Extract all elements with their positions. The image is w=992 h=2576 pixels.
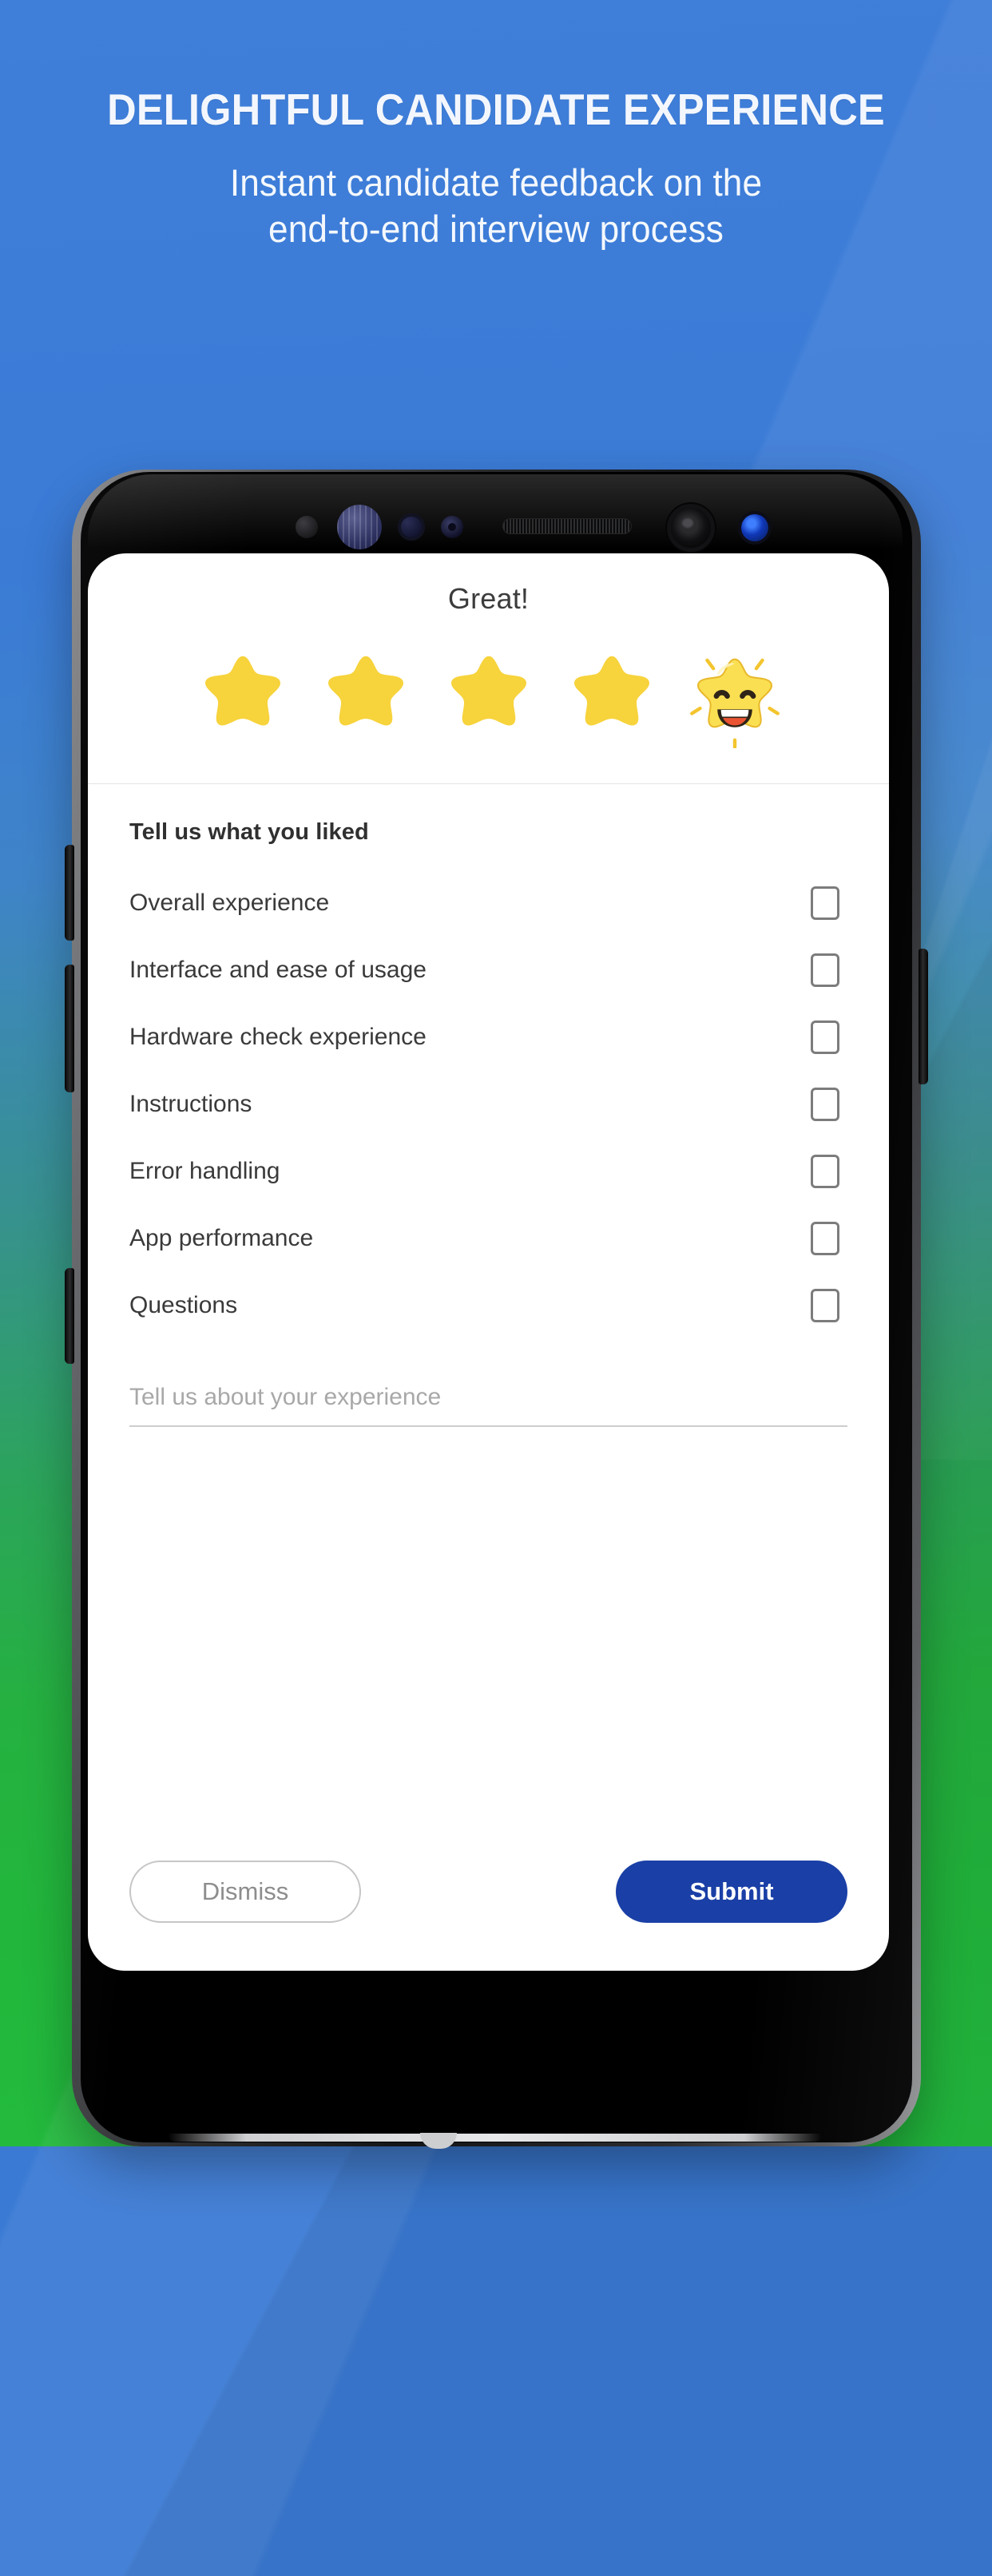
option-row-app-performance[interactable]: App performance (129, 1205, 847, 1272)
page-title: DELIGHTFUL CANDIDATE EXPERIENCE (107, 85, 885, 134)
star-rating-item-2[interactable] (315, 646, 417, 748)
option-row-instructions[interactable]: Instructions (129, 1071, 847, 1138)
option-label: Questions (129, 1292, 238, 1318)
option-label: Overall experience (129, 890, 330, 916)
phone-mockup: Great! Tell us what you liked Overall ex… (65, 470, 928, 2149)
form-heading: Tell us what you liked (129, 819, 369, 845)
bixby-button[interactable] (65, 1268, 74, 1364)
volume-down-button[interactable] (65, 965, 74, 1092)
option-label: App performance (129, 1225, 314, 1251)
action-bar: Dismiss Submit (88, 1861, 889, 1971)
earpiece-speaker-icon (503, 519, 631, 533)
star-rating[interactable] (88, 646, 889, 748)
star-rating-item-4[interactable] (561, 646, 663, 748)
proximity-sensor-icon (398, 513, 425, 541)
rating-section: Great! (88, 553, 889, 783)
phone-top-bezel (72, 470, 921, 557)
status-led-icon (741, 514, 768, 541)
rating-title: Great! (447, 582, 530, 615)
star-icon (573, 656, 649, 726)
checkbox-error-handling[interactable] (811, 1155, 839, 1188)
dismiss-button[interactable]: Dismiss (129, 1861, 361, 1923)
option-row-hardware-check-experience[interactable]: Hardware check experience (129, 1004, 847, 1071)
star-rating-item-3[interactable] (438, 646, 540, 748)
page-subtitle: Instant candidate feedback on the end-to… (30, 160, 962, 253)
option-row-questions[interactable]: Questions (129, 1272, 847, 1339)
option-label: Error handling (129, 1158, 280, 1184)
iris-scanner-icon (337, 505, 382, 549)
comment-input[interactable] (129, 1384, 847, 1411)
notification-led-icon (441, 516, 463, 538)
page-subtitle-line-2: end-to-end interview process (268, 208, 724, 251)
star-rating-item-1[interactable] (192, 646, 294, 748)
option-label: Interface and ease of usage (129, 957, 427, 983)
checkbox-questions[interactable] (811, 1289, 839, 1322)
checkbox-interface-and-ease-of-usage[interactable] (811, 953, 839, 987)
star-icon (450, 656, 526, 726)
phone-screen: Great! Tell us what you liked Overall ex… (88, 553, 889, 1971)
checkbox-hardware-check-experience[interactable] (811, 1020, 839, 1054)
star-icon (327, 656, 403, 726)
star-icon (204, 656, 280, 726)
power-button[interactable] (919, 949, 928, 1084)
option-label: Hardware check experience (129, 1024, 427, 1050)
checkbox-overall-experience[interactable] (811, 886, 839, 920)
ir-sensor-icon (296, 516, 318, 538)
page-subtitle-line-1: Instant candidate feedback on the (229, 161, 763, 204)
option-row-overall-experience[interactable]: Overall experience (129, 870, 847, 937)
option-row-interface-and-ease-of-usage[interactable]: Interface and ease of usage (129, 937, 847, 1004)
checkbox-instructions[interactable] (811, 1088, 839, 1121)
front-camera-icon (671, 508, 711, 548)
checkbox-app-performance[interactable] (811, 1222, 839, 1255)
comment-field-wrapper[interactable] (129, 1384, 847, 1427)
phone-bottom-rim (168, 2134, 823, 2142)
happy-star-icon (689, 658, 780, 748)
option-list: Overall experience Interface and ease of… (129, 870, 847, 1339)
submit-button[interactable]: Submit (616, 1861, 847, 1923)
volume-up-button[interactable] (65, 845, 74, 941)
feedback-form: Tell us what you liked Overall experienc… (88, 784, 889, 1427)
option-row-error-handling[interactable]: Error handling (129, 1138, 847, 1205)
option-label: Instructions (129, 1091, 252, 1117)
star-rating-item-5[interactable] (684, 646, 786, 748)
